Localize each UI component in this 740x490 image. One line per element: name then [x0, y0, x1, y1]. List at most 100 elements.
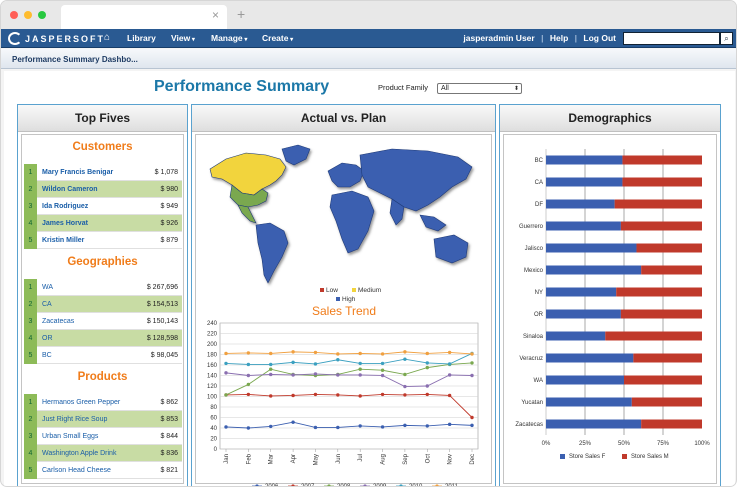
- maximize-window-icon[interactable]: [38, 11, 46, 19]
- table-row[interactable]: 1 WA $ 267,696: [24, 279, 182, 296]
- y-tick-label: 80: [210, 405, 217, 411]
- search-input[interactable]: [623, 32, 720, 45]
- table-row[interactable]: 3 Zacatecas $ 150,143: [24, 313, 182, 330]
- nav-manage[interactable]: Manage ▾: [211, 33, 247, 43]
- map-legend-item: Low: [320, 287, 338, 294]
- rank-name-link[interactable]: Carlson Head Cheese: [42, 462, 111, 479]
- data-point: [447, 373, 452, 377]
- rank-name-link[interactable]: CA: [42, 296, 52, 313]
- nav-library[interactable]: Library: [127, 33, 156, 43]
- map-region-mexico[interactable]: [237, 204, 257, 224]
- map-region-north-america[interactable]: [209, 152, 287, 196]
- nav-view[interactable]: View ▾: [171, 33, 195, 43]
- data-point: [358, 367, 362, 371]
- new-tab-icon[interactable]: +: [237, 6, 245, 22]
- top-fives-title: Top Fives: [18, 105, 187, 132]
- logo-text: JASPERSOFT: [25, 34, 106, 44]
- data-point: [313, 362, 318, 366]
- nav-create[interactable]: Create ▾: [262, 33, 293, 43]
- table-row[interactable]: 5 Carlson Head Cheese $ 821: [24, 462, 182, 479]
- rank-name-link[interactable]: BC: [42, 347, 52, 364]
- rank-name-link[interactable]: OR: [42, 330, 53, 347]
- browser-window: × + JASPERSOFT ⌂ Library View ▾ Manage ▾…: [0, 0, 737, 487]
- rank-value: $ 853: [160, 416, 178, 423]
- y-tick-label: 120: [207, 384, 218, 390]
- data-point: [425, 361, 429, 365]
- rank-name-link[interactable]: Mary Francis Benigar: [42, 164, 113, 181]
- section-title-customers: Customers: [72, 141, 133, 153]
- rank-name-link[interactable]: Washington Apple Drink: [42, 445, 116, 462]
- category-label: DF: [535, 202, 543, 208]
- map-region-asia[interactable]: [359, 148, 473, 212]
- data-point: [246, 373, 251, 378]
- data-point: [447, 422, 452, 427]
- browser-tab[interactable]: ×: [61, 5, 227, 29]
- table-row[interactable]: 3 Urban Small Eggs $ 844: [24, 428, 182, 445]
- user-links: jasperadmin User | Help | Log Out: [463, 33, 616, 43]
- x-tick-label: 25%: [579, 441, 592, 447]
- rank-name-link[interactable]: Just Right Rice Soup: [42, 411, 107, 428]
- table-row[interactable]: 2 Just Right Rice Soup $ 853: [24, 411, 182, 428]
- data-point: [358, 424, 362, 428]
- select-arrows-icon: ⬍: [513, 86, 519, 92]
- bar-segment-store-sales-m: [622, 155, 702, 165]
- sales-trend-chart[interactable]: Sales Trend 0 20 40 60 80 100 120 140 160 180 200 22…: [196, 301, 493, 487]
- map-region-africa[interactable]: [329, 190, 375, 254]
- y-tick-label: 200: [207, 342, 218, 348]
- data-point: [313, 350, 318, 355]
- legend-label: 2006: [265, 484, 279, 487]
- map-region-europe[interactable]: [327, 162, 365, 188]
- rank-name-link[interactable]: James Horvat: [42, 215, 88, 232]
- rank-name-link[interactable]: Kristin Miller: [42, 232, 84, 249]
- home-icon[interactable]: ⌂: [104, 32, 110, 43]
- map-region-greenland[interactable]: [281, 144, 311, 166]
- rank-name-link[interactable]: Hermanos Green Pepper: [42, 394, 120, 411]
- table-row[interactable]: 4 OR $ 128,598: [24, 330, 182, 347]
- bar-segment-store-sales-f: [546, 309, 621, 319]
- table-row[interactable]: 5 Kristin Miller $ 879: [24, 232, 182, 249]
- user-name[interactable]: jasperadmin User: [463, 33, 534, 43]
- rank-number: 2: [24, 181, 37, 198]
- logout-link[interactable]: Log Out: [583, 33, 616, 43]
- minimize-window-icon[interactable]: [24, 11, 32, 19]
- tab-close-icon[interactable]: ×: [212, 8, 219, 22]
- table-row[interactable]: 5 BC $ 98,045: [24, 347, 182, 364]
- category-label: Guerrero: [519, 224, 544, 230]
- table-row[interactable]: 4 James Horvat $ 926: [24, 215, 182, 232]
- legend-label: 2009: [373, 484, 387, 487]
- map-region-south-america[interactable]: [255, 222, 289, 284]
- map-region-australia[interactable]: [433, 234, 469, 264]
- data-point: [358, 373, 362, 377]
- table-row[interactable]: 3 Ida Rodriguez $ 949: [24, 198, 182, 215]
- x-tick-label: Jul: [358, 454, 364, 462]
- category-label: CA: [535, 180, 543, 186]
- ranking-table-products: 1 Hermanos Green Pepper $ 862 2 Just Right R…: [24, 394, 182, 479]
- data-point: [403, 393, 407, 397]
- product-family-select[interactable]: All ⬍: [437, 83, 522, 94]
- demographics-chart[interactable]: 0% 25% 50% 75% 100% BC CA DF Guerrero Jalisco Mexi…: [504, 135, 718, 485]
- rank-name-link[interactable]: Zacatecas: [42, 313, 74, 330]
- bar-segment-store-sales-f: [546, 243, 637, 253]
- table-row[interactable]: 2 CA $ 154,513: [24, 296, 182, 313]
- chevron-down-icon: ▾: [288, 37, 294, 43]
- bar-segment-store-sales-f: [546, 287, 617, 297]
- table-row[interactable]: 2 Wildon Cameron $ 980: [24, 181, 182, 198]
- table-row[interactable]: 1 Hermanos Green Pepper $ 862: [24, 394, 182, 411]
- rank-number: 2: [24, 411, 37, 428]
- rank-number: 4: [24, 215, 37, 232]
- search-icon[interactable]: ⌕: [720, 32, 733, 45]
- bar-segment-store-sales-m: [620, 309, 702, 319]
- rank-name-link[interactable]: WA: [42, 279, 53, 296]
- rank-name-link[interactable]: Wildon Cameron: [42, 181, 98, 198]
- map-region-se-asia[interactable]: [419, 214, 447, 232]
- bar-segment-store-sales-f: [546, 419, 642, 429]
- rank-name-link[interactable]: Ida Rodriguez: [42, 198, 88, 215]
- bar-segment-store-sales-m: [605, 331, 702, 341]
- bar-segment-store-sales-m: [631, 397, 702, 407]
- close-window-icon[interactable]: [10, 11, 18, 19]
- rank-name-link[interactable]: Urban Small Eggs: [42, 428, 98, 445]
- help-link[interactable]: Help: [550, 33, 568, 43]
- table-row[interactable]: 1 Mary Francis Benigar $ 1,078: [24, 164, 182, 181]
- rank-value: $ 1,078: [154, 169, 178, 176]
- table-row[interactable]: 4 Washington Apple Drink $ 836: [24, 445, 182, 462]
